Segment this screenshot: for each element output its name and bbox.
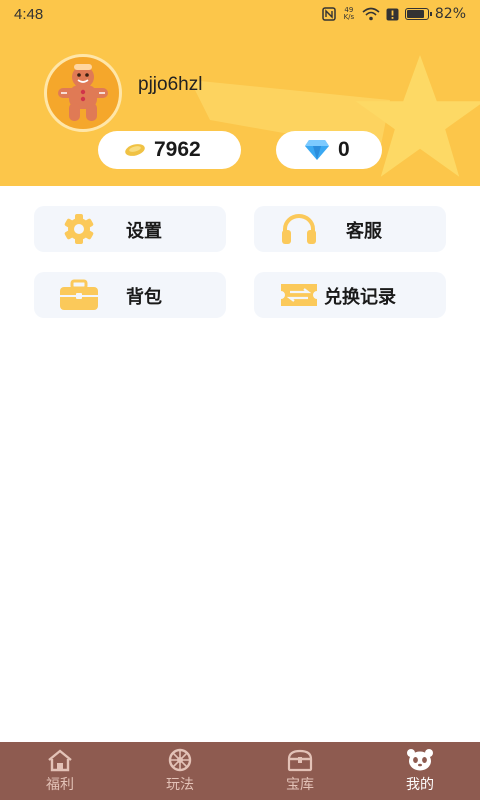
tab-treasury[interactable]: 宝库 [240, 742, 360, 800]
treasure-chest-icon [287, 749, 313, 772]
backpack-button[interactable]: 背包 [34, 272, 226, 318]
panda-icon [407, 749, 433, 771]
customer-service-label: 客服 [346, 221, 382, 242]
tab-mine-label: 我的 [406, 777, 434, 793]
status-bar: 4:48 49 K/s 82% [0, 0, 480, 28]
briefcase-icon [60, 279, 98, 310]
coin-count: 7962 [154, 138, 201, 161]
battery-percent: 82% [434, 6, 466, 22]
nfc-icon [322, 7, 336, 21]
gingerbread-man-icon [58, 64, 108, 121]
home-icon [48, 749, 72, 772]
tab-mine[interactable]: 我的 [360, 742, 480, 800]
status-icons: 49 K/s 82% [322, 6, 466, 22]
net-speed-unit: K/s [343, 13, 355, 21]
customer-service-button[interactable]: 客服 [254, 206, 446, 252]
tab-welfare-label: 福利 [46, 777, 74, 793]
username: pjjo6hzl [138, 74, 203, 95]
tab-gameplay-label: 玩法 [166, 777, 194, 793]
diamond-icon [305, 140, 329, 160]
settings-label: 设置 [126, 221, 162, 242]
redemption-records-label: 兑换记录 [324, 287, 396, 308]
net-speed: 49 K/s [342, 7, 356, 21]
avatar[interactable] [44, 54, 122, 132]
coin-balance[interactable]: 7962 [98, 131, 241, 169]
gem-count: 0 [338, 138, 350, 161]
ticket-icon [281, 284, 317, 306]
status-time: 4:48 [14, 5, 44, 23]
tab-treasury-label: 宝库 [286, 777, 314, 793]
redemption-records-button[interactable]: 兑换记录 [254, 272, 446, 318]
gem-balance[interactable]: 0 [276, 131, 382, 169]
wifi-icon [362, 7, 380, 21]
wheel-icon [168, 748, 192, 772]
backpack-label: 背包 [126, 287, 162, 308]
headphones-icon [282, 214, 316, 244]
alert-icon [386, 8, 399, 20]
bottom-nav: 福利 玩法 宝库 我的 [0, 742, 480, 800]
tab-gameplay[interactable]: 玩法 [120, 742, 240, 800]
gear-icon [64, 214, 94, 244]
settings-button[interactable]: 设置 [34, 206, 226, 252]
tab-welfare[interactable]: 福利 [0, 742, 120, 800]
battery-icon [404, 8, 432, 20]
coin-icon [125, 144, 145, 156]
